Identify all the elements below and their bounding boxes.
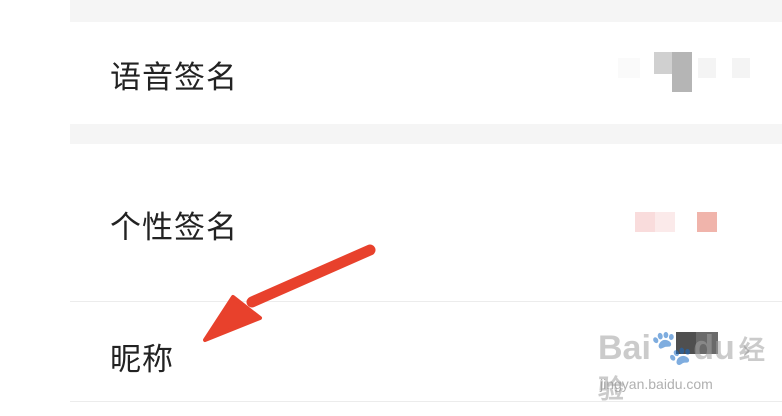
red-arrow-annotation-icon xyxy=(203,244,376,342)
